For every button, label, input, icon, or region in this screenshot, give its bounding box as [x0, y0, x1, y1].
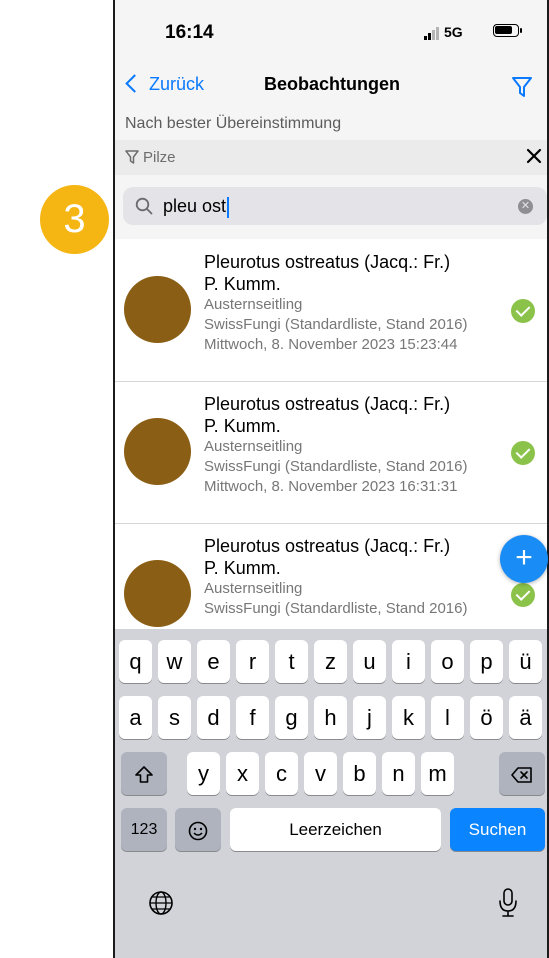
step-number-badge: 3	[40, 185, 109, 254]
observation-date: Mittwoch, 8. November 2023 16:31:31	[204, 478, 458, 495]
species-list: SwissFungi (Standardliste, Stand 2016)	[204, 458, 468, 475]
phone-screen: 16:14 5G Zurück Beobachtungen Nach beste…	[113, 0, 549, 958]
filter-button[interactable]	[511, 76, 533, 103]
common-name: Austernseitling	[204, 438, 303, 455]
keyboard: qwertzuiopü asdfghjklöä yxcvbnm 123 Leer…	[115, 629, 549, 958]
key-l[interactable]: l	[431, 696, 464, 739]
active-filter-label: Pilze	[143, 149, 176, 166]
common-name: Austernseitling	[204, 580, 303, 597]
key-c[interactable]: c	[265, 752, 298, 795]
species-author: P. Kumm.	[204, 416, 281, 436]
globe-key[interactable]	[147, 889, 175, 922]
signal-indicator: 5G	[424, 24, 463, 40]
species-list: SwissFungi (Standardliste, Stand 2016)	[204, 316, 468, 333]
search-icon	[135, 197, 153, 215]
search-bar: pleu ost ✕	[115, 175, 549, 239]
key-x[interactable]: x	[226, 752, 259, 795]
navigation-bar: Zurück Beobachtungen	[115, 62, 549, 108]
dictation-key[interactable]	[497, 887, 519, 924]
key-a[interactable]: a	[119, 696, 152, 739]
sort-order-label: Nach bester Übereinstimmung	[125, 115, 342, 132]
key-f[interactable]: f	[236, 696, 269, 739]
key-r[interactable]: r	[236, 640, 269, 683]
search-input-value[interactable]: pleu ost	[163, 196, 230, 218]
globe-icon	[149, 891, 173, 915]
avatar	[124, 276, 191, 343]
shift-icon	[135, 766, 153, 783]
key-s[interactable]: s	[158, 696, 191, 739]
status-time: 16:14	[165, 22, 214, 43]
active-filter-row: Pilze	[115, 140, 549, 175]
key-n[interactable]: n	[382, 752, 415, 795]
key-v[interactable]: v	[304, 752, 337, 795]
close-icon	[526, 148, 542, 164]
search-submit-key[interactable]: Suchen	[450, 808, 545, 851]
key-h[interactable]: h	[314, 696, 347, 739]
checkmark-icon	[511, 299, 535, 323]
key-p[interactable]: p	[470, 640, 503, 683]
sort-order-row[interactable]: Nach bester Übereinstimmung	[115, 108, 549, 140]
species-name: Pleurotus ostreatus (Jacq.: Fr.)	[204, 536, 451, 556]
list-item[interactable]: Pleurotus ostreatus (Jacq.: Fr.) P. Kumm…	[115, 381, 549, 524]
clear-search-button[interactable]: ✕	[518, 199, 533, 214]
key-o[interactable]: o	[431, 640, 464, 683]
remove-filter-button[interactable]	[523, 143, 545, 174]
key-ü[interactable]: ü	[509, 640, 542, 683]
common-name: Austernseitling	[204, 296, 303, 313]
numbers-key[interactable]: 123	[121, 808, 167, 851]
key-m[interactable]: m	[421, 752, 454, 795]
shift-key[interactable]	[121, 752, 167, 795]
key-j[interactable]: j	[353, 696, 386, 739]
key-z[interactable]: z	[314, 640, 347, 683]
key-e[interactable]: e	[197, 640, 230, 683]
list-item[interactable]: Pleurotus ostreatus (Jacq.: Fr.) P. Kumm…	[115, 239, 549, 382]
key-g[interactable]: g	[275, 696, 308, 739]
funnel-icon	[512, 77, 532, 97]
emoji-icon	[188, 821, 208, 841]
page-title: Beobachtungen	[263, 74, 400, 94]
space-key[interactable]: Leerzeichen	[230, 808, 441, 851]
backspace-icon	[511, 767, 532, 783]
checkmark-icon	[511, 583, 535, 607]
search-input[interactable]: pleu ost ✕	[123, 187, 547, 225]
key-k[interactable]: k	[392, 696, 425, 739]
key-y[interactable]: y	[187, 752, 220, 795]
avatar	[124, 560, 191, 627]
network-type: 5G	[444, 24, 463, 40]
funnel-icon	[125, 150, 139, 164]
add-observation-button[interactable]: +	[500, 535, 548, 583]
backspace-key[interactable]	[499, 752, 545, 795]
key-w[interactable]: w	[158, 640, 191, 683]
checkmark-icon	[511, 441, 535, 465]
avatar	[124, 418, 191, 485]
species-author: P. Kumm.	[204, 558, 281, 578]
results-list: Pleurotus ostreatus (Jacq.: Fr.) P. Kumm…	[115, 239, 549, 629]
list-item[interactable]: Pleurotus ostreatus (Jacq.: Fr.) P. Kumm…	[115, 523, 549, 629]
key-b[interactable]: b	[343, 752, 376, 795]
species-name: Pleurotus ostreatus (Jacq.: Fr.)	[204, 252, 451, 272]
species-list: SwissFungi (Standardliste, Stand 2016)	[204, 600, 468, 617]
signal-bars-icon	[424, 24, 440, 40]
key-i[interactable]: i	[392, 640, 425, 683]
battery-icon	[493, 24, 522, 37]
key-d[interactable]: d	[197, 696, 230, 739]
species-name: Pleurotus ostreatus (Jacq.: Fr.)	[204, 394, 451, 414]
status-bar: 16:14 5G	[115, 0, 549, 62]
emoji-key[interactable]	[175, 808, 221, 851]
key-u[interactable]: u	[353, 640, 386, 683]
key-ö[interactable]: ö	[470, 696, 503, 739]
microphone-icon	[499, 888, 517, 917]
key-q[interactable]: q	[119, 640, 152, 683]
observation-date: Mittwoch, 8. November 2023 15:23:44	[204, 336, 458, 353]
key-ä[interactable]: ä	[509, 696, 542, 739]
key-t[interactable]: t	[275, 640, 308, 683]
text-cursor	[227, 196, 230, 218]
species-author: P. Kumm.	[204, 274, 281, 294]
